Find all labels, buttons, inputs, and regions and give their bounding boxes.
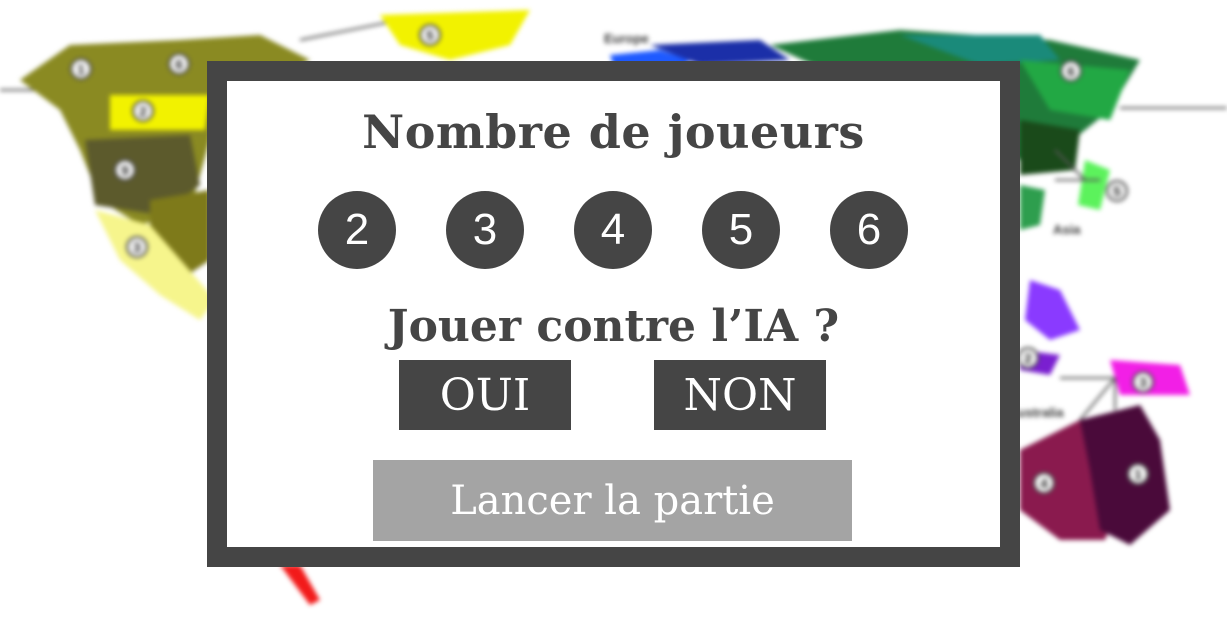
- player-count-4-button[interactable]: 4: [574, 191, 652, 269]
- territory-number: 5: [1106, 180, 1128, 202]
- territory-number: 2: [1017, 347, 1039, 369]
- territory-number: 6: [168, 53, 190, 75]
- game-setup-dialog: Nombre de joueurs 2 3 4 5 6 Jouer contre…: [207, 61, 1020, 567]
- territory-number: 2: [132, 100, 154, 122]
- territory-number: 6: [1060, 60, 1082, 82]
- territory-number: 4: [1033, 472, 1055, 494]
- player-count-6-button[interactable]: 6: [830, 191, 908, 269]
- territory-number: 1: [1127, 463, 1149, 485]
- start-game-button[interactable]: Lancer la partie: [373, 460, 852, 541]
- map-label-europe: Europe: [604, 31, 649, 46]
- territory-number: 3: [1132, 371, 1154, 393]
- territory-number: 9: [114, 159, 136, 181]
- player-count-title: Nombre de joueurs: [362, 105, 865, 159]
- play-vs-ai-question: Jouer contre l’IA ?: [387, 301, 840, 352]
- territory-number: 3: [126, 236, 148, 258]
- territory-number: 5: [419, 24, 441, 46]
- player-count-5-button[interactable]: 5: [702, 191, 780, 269]
- map-label-asia: Asia: [1053, 222, 1081, 237]
- player-count-2-button[interactable]: 2: [318, 191, 396, 269]
- territory-number: 1: [70, 58, 92, 80]
- ai-no-button[interactable]: NON: [654, 360, 826, 430]
- ai-yes-button[interactable]: OUI: [399, 360, 571, 430]
- player-count-3-button[interactable]: 3: [446, 191, 524, 269]
